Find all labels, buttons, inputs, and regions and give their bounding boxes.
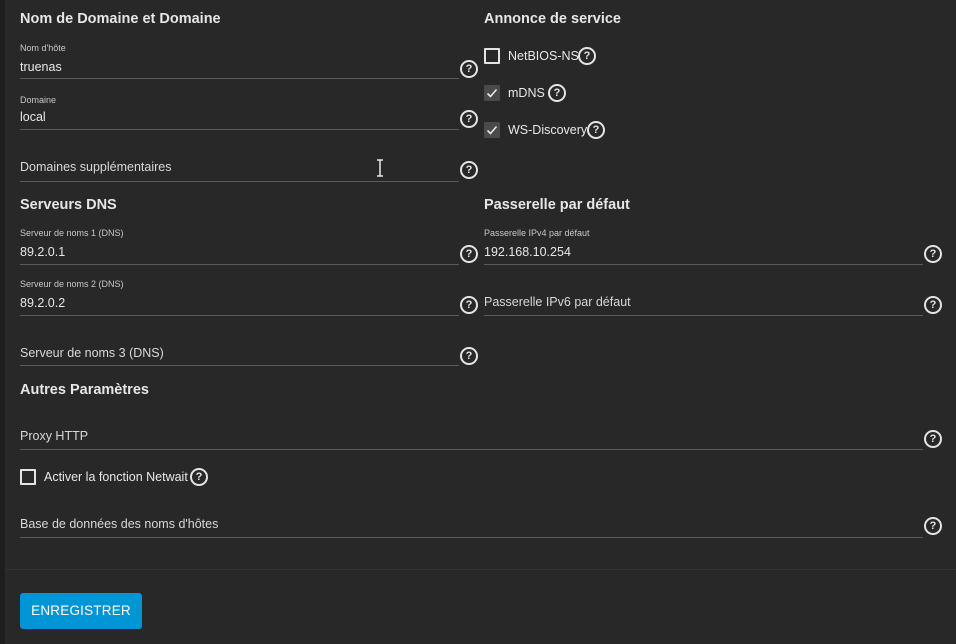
additional-domains-underline: [20, 181, 459, 182]
nameserver2-input[interactable]: 89.2.0.2: [20, 296, 65, 310]
help-icon[interactable]: ?: [460, 60, 478, 78]
help-icon[interactable]: ?: [460, 296, 478, 314]
hostname-input[interactable]: truenas: [20, 60, 62, 74]
netbios-ns-label: NetBIOS-NS: [508, 49, 579, 63]
help-icon[interactable]: ?: [190, 468, 208, 486]
netwait-checkbox[interactable]: [20, 469, 36, 485]
section-title-dns-servers: Serveurs DNS: [20, 197, 117, 213]
mdns-checkbox[interactable]: [484, 85, 500, 101]
ws-discovery-checkbox[interactable]: [484, 122, 500, 138]
section-title-other-settings: Autres Paramètres: [20, 382, 149, 398]
section-title-service-announcement: Annonce de service: [484, 11, 621, 27]
host-database-underline: [20, 537, 923, 538]
nameserver2-label: Serveur de noms 2 (DNS): [20, 279, 124, 289]
nameserver3-underline: [20, 365, 459, 366]
hostname-underline: [20, 78, 459, 79]
help-icon[interactable]: ?: [548, 84, 566, 102]
help-icon[interactable]: ?: [460, 110, 478, 128]
netwait-label: Activer la fonction Netwait: [44, 470, 188, 484]
domain-underline: [20, 129, 459, 130]
checkmark-icon: [486, 88, 498, 98]
ipv4-gateway-underline: [484, 264, 923, 265]
checkmark-icon: [486, 125, 498, 135]
nameserver1-underline: [20, 264, 459, 265]
network-settings-panel: [5, 0, 956, 644]
nameserver1-label: Serveur de noms 1 (DNS): [20, 228, 124, 238]
mdns-label: mDNS: [508, 86, 545, 100]
http-proxy-input[interactable]: Proxy HTTP: [20, 429, 88, 443]
hostname-label: Nom d'hôte: [20, 43, 66, 53]
help-icon[interactable]: ?: [924, 517, 942, 535]
ws-discovery-label: WS-Discovery: [508, 123, 588, 137]
help-icon[interactable]: ?: [587, 121, 605, 139]
help-icon[interactable]: ?: [924, 430, 942, 448]
http-proxy-underline: [20, 449, 923, 450]
help-icon[interactable]: ?: [460, 347, 478, 365]
netbios-ns-checkbox[interactable]: [484, 48, 500, 64]
nameserver3-input[interactable]: Serveur de noms 3 (DNS): [20, 346, 164, 360]
section-title-default-gateway: Passerelle par défaut: [484, 197, 630, 213]
nameserver2-underline: [20, 315, 459, 316]
help-icon[interactable]: ?: [460, 161, 478, 179]
actions-divider: [5, 569, 956, 570]
nameserver1-input[interactable]: 89.2.0.1: [20, 245, 65, 259]
ipv4-gateway-input[interactable]: 192.168.10.254: [484, 245, 571, 259]
ipv6-gateway-underline: [484, 315, 923, 316]
help-icon[interactable]: ?: [924, 296, 942, 314]
help-icon[interactable]: ?: [578, 47, 596, 65]
domain-input[interactable]: local: [20, 110, 46, 124]
save-button[interactable]: ENREGISTRER: [20, 593, 142, 629]
help-icon[interactable]: ?: [460, 245, 478, 263]
ipv6-gateway-input[interactable]: Passerelle IPv6 par défaut: [484, 295, 631, 309]
text-cursor-icon: [377, 159, 383, 177]
host-database-input[interactable]: Base de données des noms d'hôtes: [20, 517, 218, 531]
domain-label: Domaine: [20, 95, 57, 105]
ipv4-gateway-label: Passerelle IPv4 par défaut: [484, 228, 590, 238]
help-icon[interactable]: ?: [924, 245, 942, 263]
additional-domains-input[interactable]: Domaines supplémentaires: [20, 160, 171, 174]
section-title-hostname-domain: Nom de Domaine et Domaine: [20, 11, 221, 27]
